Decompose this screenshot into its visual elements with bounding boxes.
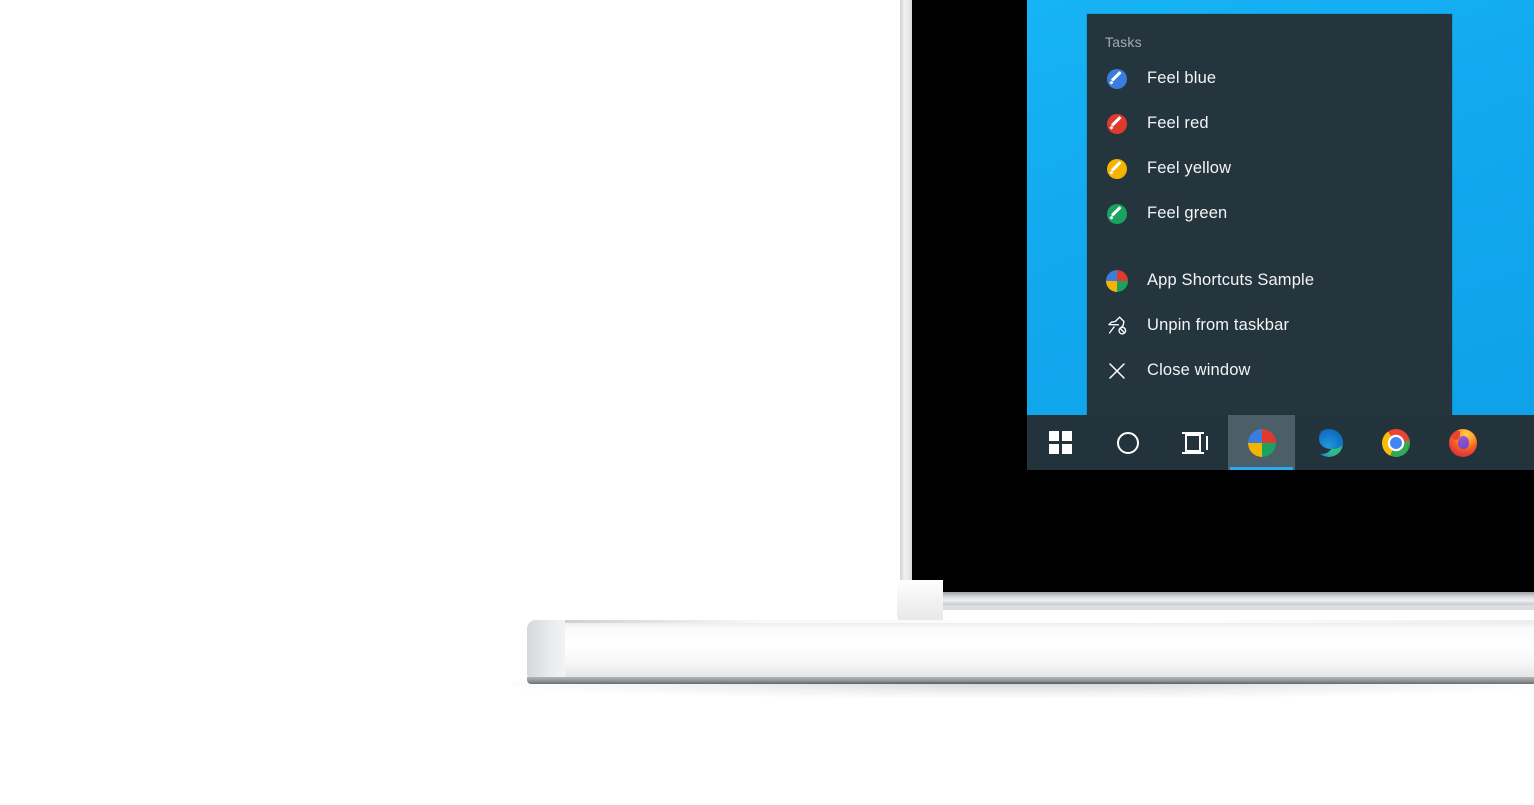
windows-logo-icon [1049, 431, 1072, 454]
jump-list-item-label: Unpin from taskbar [1147, 316, 1290, 334]
pencil-circle-icon [1105, 157, 1129, 181]
taskbar [1027, 415, 1534, 470]
chrome-icon [1381, 428, 1410, 457]
app-pie-icon [1105, 269, 1129, 293]
jump-list-item-feel-red[interactable]: Feel red [1087, 101, 1452, 146]
jump-list-item-label: App Shortcuts Sample [1147, 271, 1315, 289]
cortana-circle-icon [1116, 431, 1139, 454]
laptop-drop-shadow [512, 682, 1534, 698]
screenshot-stage: Tasks Feel blue Feel red Feel yellow Fee… [0, 0, 1534, 805]
taskbar-item-app-shortcuts-sample[interactable] [1228, 415, 1295, 470]
jump-list-header: Tasks [1105, 34, 1142, 50]
taskbar-item-microsoft-edge[interactable] [1295, 415, 1362, 470]
laptop-base [527, 620, 1534, 682]
cortana-button[interactable] [1094, 415, 1161, 470]
laptop-base-highlight [565, 620, 1534, 623]
jump-list-item-label: Close window [1147, 361, 1251, 379]
start-button[interactable] [1027, 415, 1094, 470]
pencil-circle-icon [1105, 202, 1129, 226]
jump-list-item-close-window[interactable]: Close window [1087, 348, 1452, 393]
jump-list-item-app-shortcuts-sample[interactable]: App Shortcuts Sample [1087, 258, 1452, 303]
firefox-icon [1448, 428, 1477, 457]
jump-list-item-label: Feel red [1147, 114, 1209, 132]
task-view-button[interactable] [1161, 415, 1228, 470]
unpin-icon [1105, 314, 1129, 338]
desktop-wallpaper: Tasks Feel blue Feel red Feel yellow Fee… [1027, 0, 1534, 470]
jump-list-item-feel-blue[interactable]: Feel blue [1087, 56, 1452, 101]
laptop-base-left-edge [527, 620, 565, 682]
pencil-circle-icon [1105, 112, 1129, 136]
jump-list-item-label: Feel yellow [1147, 159, 1232, 177]
taskbar-item-mozilla-firefox[interactable] [1429, 415, 1496, 470]
edge-icon [1314, 428, 1343, 457]
jump-list-item-feel-yellow[interactable]: Feel yellow [1087, 146, 1452, 191]
jump-list-item-feel-green[interactable]: Feel green [1087, 191, 1452, 236]
close-icon [1105, 359, 1129, 383]
pencil-circle-icon [1105, 67, 1129, 91]
jump-list-separator [1087, 236, 1452, 258]
task-view-icon [1181, 431, 1208, 454]
jump-list-menu: Tasks Feel blue Feel red Feel yellow Fee… [1087, 14, 1452, 418]
jump-list-item-unpin-from-taskbar[interactable]: Unpin from taskbar [1087, 303, 1452, 348]
app-pie-icon [1247, 428, 1276, 457]
jump-list-item-label: Feel green [1147, 204, 1228, 222]
jump-list-item-label: Feel blue [1147, 69, 1217, 87]
laptop-lid-bottom-edge [912, 592, 1534, 605]
taskbar-item-google-chrome[interactable] [1362, 415, 1429, 470]
